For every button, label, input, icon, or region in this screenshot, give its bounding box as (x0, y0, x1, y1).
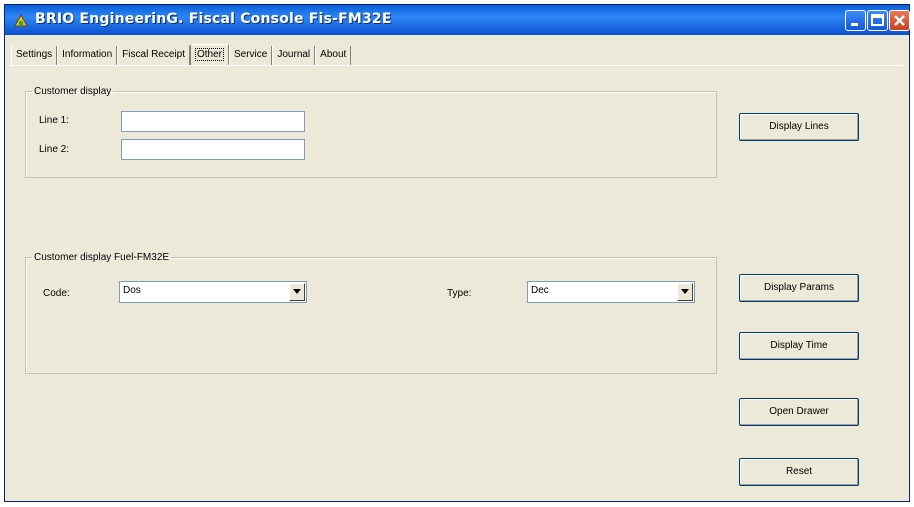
close-icon (894, 15, 905, 26)
tab-journal[interactable]: Journal (272, 46, 316, 65)
main-window: BRIO EngineerinG. Fiscal Console Fis-FM3… (4, 4, 910, 502)
customer-display-group: Customer display (25, 86, 717, 178)
close-button[interactable] (889, 10, 910, 31)
fuel-display-group: Customer display Fuel-FM32E (25, 252, 717, 374)
type-dropdown-button[interactable] (677, 283, 693, 301)
display-time-button[interactable]: Display Time (739, 332, 859, 360)
fuel-display-legend: Customer display Fuel-FM32E (34, 252, 170, 263)
tab-other-label: Other (194, 48, 224, 61)
minimize-icon (851, 23, 858, 26)
type-select-value: Dec (531, 285, 549, 296)
line1-input[interactable] (121, 111, 305, 132)
chevron-down-icon (681, 289, 689, 294)
code-select[interactable]: Dos (119, 281, 307, 303)
line2-label: Line 2: (39, 144, 70, 155)
display-lines-button[interactable]: Display Lines (739, 113, 859, 141)
code-select-value: Dos (123, 285, 141, 296)
reset-button[interactable]: Reset (739, 458, 859, 486)
tab-panel-other: Customer display Line 1: Line 2: Custome… (11, 65, 903, 496)
line2-input[interactable] (121, 139, 305, 160)
app-logo-icon (14, 13, 28, 27)
tab-settings[interactable]: Settings (11, 46, 58, 65)
title-bar[interactable]: BRIO EngineerinG. Fiscal Console Fis-FM3… (5, 5, 910, 35)
code-label: Code: (43, 288, 70, 299)
window-title: BRIO EngineerinG. Fiscal Console Fis-FM3… (35, 11, 392, 27)
maximize-icon (871, 14, 884, 26)
tab-service[interactable]: Service (229, 46, 273, 65)
chevron-down-icon (293, 289, 301, 294)
tab-fiscal-receipt[interactable]: Fiscal Receipt (117, 46, 190, 65)
customer-display-legend: Customer display (34, 86, 112, 97)
minimize-button[interactable] (845, 10, 866, 31)
tab-other[interactable]: Other (189, 44, 229, 65)
code-dropdown-button[interactable] (289, 283, 305, 301)
tab-about[interactable]: About (315, 46, 352, 65)
maximize-button[interactable] (867, 10, 888, 31)
tab-information[interactable]: Information (57, 46, 118, 65)
type-select[interactable]: Dec (527, 281, 695, 303)
line1-label: Line 1: (39, 115, 70, 126)
open-drawer-button[interactable]: Open Drawer (739, 398, 859, 426)
type-label: Type: (447, 288, 472, 299)
tab-strip: Settings Information Fiscal Receipt Othe… (11, 44, 352, 65)
display-params-button[interactable]: Display Params (739, 274, 859, 302)
